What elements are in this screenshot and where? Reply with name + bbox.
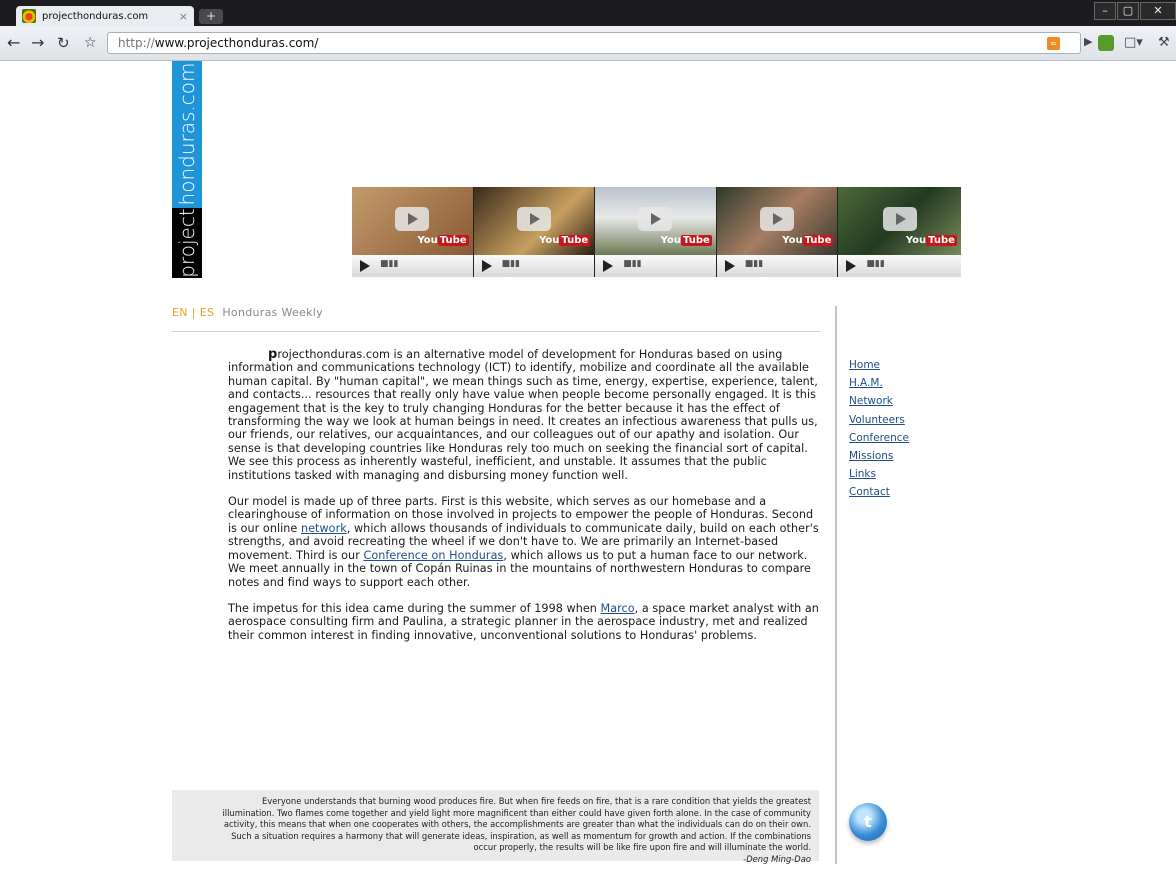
new-tab-button[interactable]: + (199, 9, 223, 24)
close-window-button[interactable]: ✕ (1140, 2, 1176, 20)
youtube-logo-icon: You Tube (417, 235, 469, 246)
rss-icon[interactable]: ≈ (1047, 37, 1060, 50)
nav-network[interactable]: Network (849, 392, 909, 410)
volume-icon[interactable]: ■▮▮ (866, 259, 884, 269)
nav-ham[interactable]: H.A.M. (849, 374, 909, 392)
quote-box: Everyone understands that burning wood p… (172, 790, 819, 864)
site-favicon-icon (22, 9, 36, 23)
browser-tab[interactable]: projecthonduras.com × (16, 6, 194, 26)
address-bar[interactable]: http://www.projecthonduras.com/ ≈ (107, 32, 1081, 54)
tab-close-icon[interactable]: × (179, 10, 188, 23)
video-controls: ■▮▮ (595, 255, 716, 277)
intro-paragraph: projecthonduras.com is an alternative mo… (228, 347, 818, 482)
sidebar-divider (835, 306, 837, 864)
page-menu-icon[interactable]: □▾ (1124, 35, 1143, 50)
youtube-logo-icon: You Tube (539, 235, 591, 246)
video-controls: ■▮▮ (838, 255, 961, 277)
video-play-icon[interactable] (638, 207, 673, 231)
bookmark-star-icon[interactable]: ☆ (84, 34, 97, 52)
video-controls: ■▮▮ (716, 255, 838, 277)
quote-author: -Deng Ming-Dao (743, 853, 811, 864)
nav-conference[interactable]: Conference (849, 429, 909, 447)
video-controls: ■▮▮ (352, 255, 473, 277)
video-controls: ■▮▮ (473, 255, 595, 277)
conference-on-honduras-link[interactable]: Conference on Honduras (363, 549, 503, 562)
video-play-icon[interactable] (516, 207, 551, 231)
forward-arrow-icon[interactable]: → (31, 34, 44, 52)
youtube-logo-icon: You Tube (660, 235, 712, 246)
back-arrow-icon[interactable]: ← (7, 34, 20, 52)
play-icon[interactable] (360, 260, 370, 272)
lang-en-link[interactable]: EN (172, 306, 188, 319)
side-navigation: Home H.A.M. Network Volunteers Conferenc… (849, 356, 909, 502)
play-icon[interactable] (724, 260, 735, 272)
marco-link[interactable]: Marco (601, 602, 635, 615)
video-player[interactable]: You Tube ■▮▮ (716, 187, 838, 277)
lang-es-link[interactable]: ES (200, 306, 215, 319)
evernote-extension-icon[interactable] (1098, 35, 1114, 51)
browser-tab-bar: projecthonduras.com × + – ▢ ✕ (0, 0, 1176, 26)
logo-text-honduras: honduras.com (175, 62, 199, 206)
impetus-paragraph: The impetus for this idea came during th… (228, 601, 819, 642)
play-icon[interactable] (846, 260, 857, 272)
browser-toolbar: ← → ↻ ☆ http://www.projecthonduras.com/ … (0, 26, 1176, 61)
video-play-icon[interactable] (760, 207, 795, 231)
volume-icon[interactable]: ■▮▮ (623, 259, 641, 269)
language-bar: EN | ES Honduras Weekly (172, 306, 323, 319)
tab-title: projecthonduras.com (42, 10, 149, 22)
video-strip: You Tube ■▮▮ You Tube ■▮▮ You Tube ■▮▮ You T… (352, 187, 961, 277)
minimize-button[interactable]: – (1094, 2, 1116, 20)
youtube-logo-icon: You Tube (782, 235, 834, 246)
logo-text-project: project (175, 208, 199, 278)
video-player[interactable]: You Tube ■▮▮ (595, 187, 716, 277)
video-player[interactable]: You Tube ■▮▮ (473, 187, 595, 277)
main-content: projecthonduras.com is an alternative mo… (228, 348, 822, 655)
play-icon[interactable] (603, 260, 614, 272)
address-url: http://www.projecthonduras.com/ (118, 36, 319, 50)
quote-text: Everyone understands that burning wood p… (211, 796, 811, 866)
nav-contact[interactable]: Contact (849, 483, 909, 501)
page-action-arrow-icon[interactable]: ▶ (1084, 35, 1092, 48)
nav-volunteers[interactable]: Volunteers (849, 411, 909, 429)
play-icon[interactable] (481, 260, 492, 272)
maximize-button[interactable]: ▢ (1117, 2, 1139, 20)
twitter-icon[interactable]: t (849, 803, 887, 841)
nav-home[interactable]: Home (849, 356, 909, 374)
model-paragraph: Our model is made up of three parts. Fir… (228, 495, 819, 589)
nav-links[interactable]: Links (849, 465, 909, 483)
video-play-icon[interactable] (882, 207, 917, 231)
network-link[interactable]: network (301, 522, 347, 535)
nav-missions[interactable]: Missions (849, 447, 909, 465)
header-divider (172, 331, 820, 332)
wrench-menu-icon[interactable]: ⚒ (1158, 35, 1170, 50)
honduras-weekly-link[interactable]: Honduras Weekly (222, 306, 323, 319)
volume-icon[interactable]: ■▮▮ (380, 259, 398, 269)
volume-icon[interactable]: ■▮▮ (745, 259, 763, 269)
video-play-icon[interactable] (395, 207, 430, 231)
video-player[interactable]: You Tube ■▮▮ (352, 187, 473, 277)
volume-icon[interactable]: ■▮▮ (502, 259, 520, 269)
youtube-logo-icon: You Tube (905, 235, 957, 246)
reload-icon[interactable]: ↻ (57, 34, 70, 52)
lang-separator: | (191, 306, 196, 319)
video-player[interactable]: You Tube ■▮▮ (838, 187, 961, 277)
